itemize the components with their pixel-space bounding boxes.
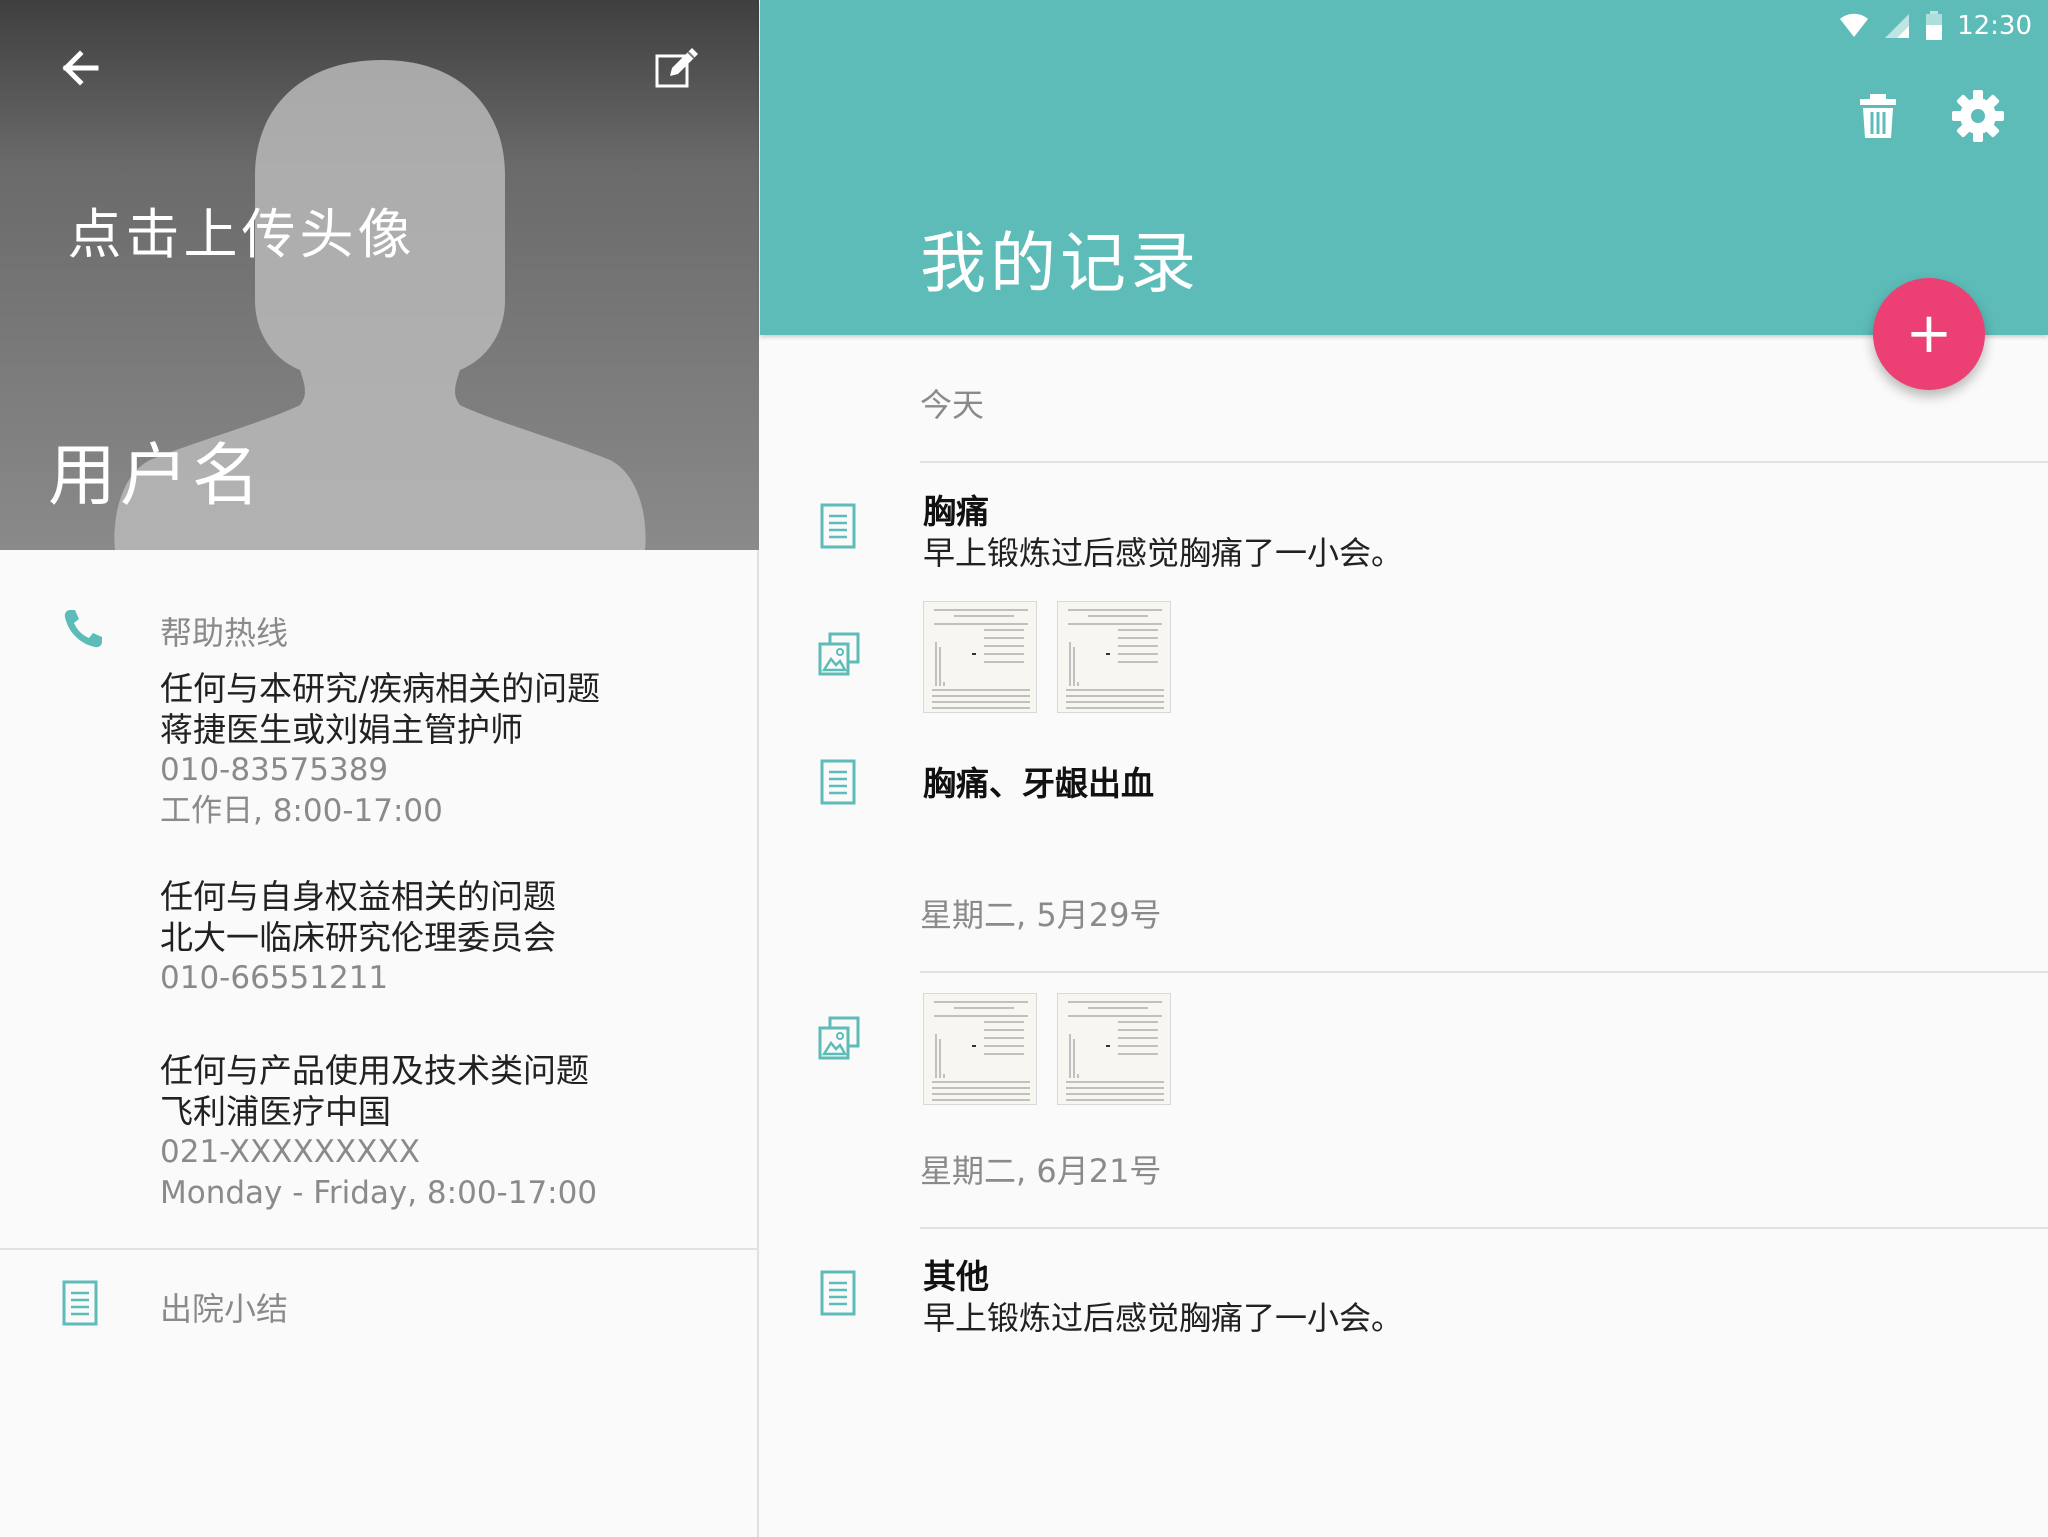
ecg-image-thumbnail[interactable] — [1057, 993, 1171, 1105]
status-time: 12:30 — [1957, 11, 2032, 41]
edit-profile-button[interactable] — [648, 38, 708, 98]
gear-icon — [1952, 90, 2004, 142]
contact-research: 任何与本研究/疾病相关的问题 蒋捷医生或刘娟主管护师 010-83575389 … — [160, 668, 600, 832]
record-title: 胸痛、牙龈出血 — [923, 764, 1154, 803]
contact-question: 任何与本研究/疾病相关的问题 — [160, 669, 601, 708]
contact-phone[interactable]: 021-XXXXXXXXX — [160, 1132, 597, 1173]
image-gallery-icon — [818, 1016, 860, 1060]
app-bar: 12:30 我的记录 — [760, 0, 2048, 335]
contact-ethics: 任何与自身权益相关的问题 北大一临床研究伦理委员会 010-66551211 — [160, 876, 556, 999]
section-header-date: 星期二, 6月21号 — [920, 1152, 1162, 1190]
page-title: 我的记录 — [920, 225, 1200, 302]
hotline-title: 帮助热线 — [160, 614, 289, 652]
document-icon — [820, 759, 856, 805]
contact-product: 任何与产品使用及技术类问题 飞利浦医疗中国 021-XXXXXXXXX Mond… — [160, 1050, 597, 1214]
ecg-image-thumbnail[interactable] — [923, 601, 1037, 713]
avatar-upload-area[interactable]: 点击上传头像 用户名 — [0, 0, 759, 550]
section-divider — [920, 461, 2048, 463]
arrow-back-icon — [62, 50, 99, 86]
profile-drawer: 点击上传头像 用户名 帮助热线 任何与本研究/疾病相关的问题 蒋捷医生或刘娟主管… — [0, 0, 759, 1537]
contact-question: 任何与自身权益相关的问题 — [160, 877, 556, 916]
ecg-image-thumbnail[interactable] — [923, 993, 1037, 1105]
record-description: 早上锻炼过后感觉胸痛了一小会。 — [923, 534, 1404, 572]
section-divider — [920, 971, 2048, 973]
contact-question: 任何与产品使用及技术类问题 — [160, 1051, 589, 1090]
contact-phone[interactable]: 010-66551211 — [160, 958, 556, 999]
upload-avatar-label[interactable]: 点击上传头像 — [0, 190, 621, 269]
image-gallery-icon — [818, 632, 860, 676]
record-description: 早上锻炼过后感觉胸痛了一小会。 — [923, 1299, 1404, 1337]
records-panel: 12:30 我的记录 + 今天 胸痛 早上锻炼过后感觉胸痛了一小会。 胸痛、牙龈… — [760, 0, 2048, 1537]
record-title: 其他 — [923, 1257, 989, 1296]
document-icon — [820, 503, 856, 549]
divider — [0, 1248, 759, 1250]
phone-icon — [64, 610, 102, 648]
settings-button[interactable] — [1950, 88, 2006, 144]
add-record-button[interactable]: + — [1873, 278, 1985, 390]
document-icon — [820, 1270, 856, 1316]
document-icon — [62, 1280, 98, 1326]
contact-person: 蒋捷医生或刘娟主管护师 — [160, 710, 523, 749]
record-title: 胸痛 — [923, 492, 989, 531]
trash-icon — [1860, 94, 1896, 138]
discharge-summary-label: 出院小结 — [160, 1290, 289, 1328]
status-bar: 12:30 — [1839, 8, 2032, 44]
plus-icon: + — [1905, 301, 1953, 366]
wifi-icon — [1840, 13, 1869, 37]
section-header-date: 星期二, 5月29号 — [920, 896, 1162, 934]
contact-hours: 工作日, 8:00-17:00 — [160, 793, 443, 829]
delete-button[interactable] — [1850, 88, 1906, 144]
section-header-today: 今天 — [920, 386, 985, 424]
contact-person: 北大一临床研究伦理委员会 — [160, 918, 556, 957]
username: 用户名 — [48, 437, 265, 516]
contact-hours: Monday - Friday, 8:00-17:00 — [160, 1175, 598, 1211]
edit-icon — [655, 48, 698, 88]
discharge-summary-item[interactable]: 出院小结 — [0, 1260, 759, 1350]
signal-icon — [1885, 14, 1910, 38]
contact-person: 飞利浦医疗中国 — [160, 1092, 391, 1131]
ecg-image-thumbnail[interactable] — [1057, 601, 1171, 713]
back-button[interactable] — [50, 38, 110, 98]
contact-phone[interactable]: 010-83575389 — [160, 750, 600, 791]
section-divider — [920, 1227, 2048, 1229]
battery-icon — [1926, 11, 1943, 40]
